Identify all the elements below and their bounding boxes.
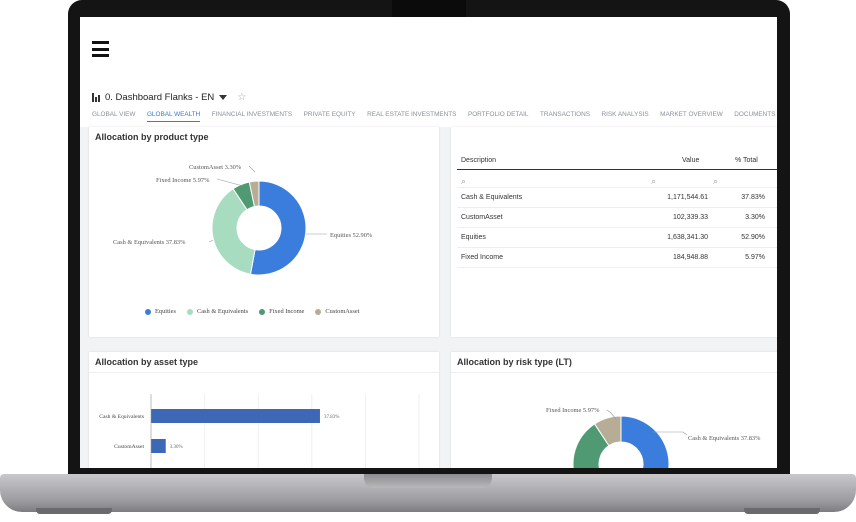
product-type-pie-chart: Equities 52.90% Cash & Equivalents 37.83%…: [113, 164, 373, 276]
risk-type-pie-chart: Cash & Equivalents 37.83% Fixed Income 5.…: [546, 407, 761, 468]
bar-chart-icon: [92, 92, 102, 102]
chevron-down-icon[interactable]: [219, 94, 228, 100]
hamburger-menu-icon[interactable]: [92, 41, 109, 57]
tab-market-overview[interactable]: MARKET OVERVIEW: [660, 111, 723, 122]
legend-label: Cash & Equivalents: [196, 308, 249, 315]
cell-description: Cash & Equivalents: [461, 194, 523, 201]
star-icon[interactable]: ☆: [237, 92, 246, 103]
cell-value: 102,339.33: [672, 214, 708, 221]
dashboard-selector[interactable]: 0. Dashboard Flanks - EN ☆: [92, 90, 246, 104]
cell-total: 37.83%: [741, 194, 765, 201]
legend-dot: [259, 308, 266, 315]
tab-private-equity[interactable]: PRIVATE EQUITY: [304, 111, 356, 122]
panel-risk-type: Allocation by risk type (LT) Cash & Equi…: [451, 352, 777, 468]
app-screen: 0. Dashboard Flanks - EN ☆ GLOBAL VIEW GL…: [80, 17, 777, 468]
pie-data-label: CustomAsset 3.30%: [189, 164, 242, 171]
column-header-total[interactable]: % Total: [735, 157, 758, 164]
search-icon[interactable]: ⌕: [651, 176, 656, 187]
pie-data-label: Fixed Income 5.97%: [156, 177, 210, 184]
cell-total: 5.97%: [745, 254, 765, 261]
tab-global-view[interactable]: GLOBAL VIEW: [92, 111, 135, 122]
pie-data-label: Cash & Equivalents 37.83%: [688, 435, 761, 442]
cell-total: 52.90%: [741, 234, 765, 241]
tab-portfolio-detail[interactable]: PORTFOLIO DETAIL: [468, 111, 529, 122]
chart-legend: Equities Cash & Equivalents Fixed Income…: [145, 308, 371, 315]
table-row[interactable]: CustomAsset 102,339.33 3.30%: [457, 208, 777, 228]
panel-asset-type: Allocation by asset type Cash & Equivale…: [89, 352, 439, 468]
tab-risk-analysis[interactable]: RISK ANALYSIS: [602, 111, 649, 122]
cell-value: 184,948.88: [672, 254, 708, 261]
label-leader-line: [248, 165, 256, 173]
bar-customasset[interactable]: [151, 439, 166, 453]
cell-description: Fixed Income: [461, 254, 504, 261]
table-header-row: Description Value % Total: [457, 153, 777, 170]
category-tick-label: Cash & Equivalents: [99, 414, 144, 420]
tab-transactions[interactable]: TRANSACTIONS: [540, 111, 590, 122]
laptop-foot-right: [744, 508, 820, 514]
table-row[interactable]: Cash & Equivalents 1,171,544.61 37.83%: [457, 188, 777, 208]
legend-item-equities[interactable]: Equities: [145, 308, 176, 315]
tab-documents[interactable]: DOCUMENTS: [734, 111, 775, 122]
cell-description: Equities: [461, 234, 486, 241]
category-tick-label: CustomAsset: [114, 444, 144, 450]
pie-data-label: Fixed Income 5.97%: [546, 407, 600, 414]
legend-label: Equities: [155, 308, 176, 315]
asset-type-bar-chart: Cash & Equivalents 37.83% CustomAsset 3.30%…: [99, 394, 420, 468]
label-leader-line: [216, 178, 244, 187]
legend-label: Fixed Income: [269, 308, 305, 315]
cell-value: 1,171,544.61: [667, 194, 708, 201]
laptop-foot-left: [36, 508, 112, 514]
table-row[interactable]: Equities 1,638,341.30 52.90%: [457, 228, 777, 248]
bar-data-label: 3.30%: [170, 445, 183, 450]
tab-financial-investments[interactable]: FINANCIAL INVESTMENTS: [212, 111, 292, 122]
bar-cash-equivalents[interactable]: [151, 409, 320, 423]
search-icon[interactable]: ⌕: [461, 176, 466, 187]
legend-item-fixed-income[interactable]: Fixed Income: [259, 308, 304, 315]
tab-real-estate-investments[interactable]: REAL ESTATE INVESTMENTS: [367, 111, 456, 122]
panel-allocation-table: Description Value % Total ⌕ ⌕ ⌕ Cash & E…: [451, 127, 777, 337]
legend-dot: [186, 308, 193, 315]
legend-item-cash[interactable]: Cash & Equivalents: [186, 308, 249, 315]
legend-label: CustomAsset: [325, 308, 360, 315]
column-header-description[interactable]: Description: [461, 157, 496, 164]
table-row[interactable]: Fixed Income 184,948.88 5.97%: [457, 248, 777, 268]
panel-product-type: Allocation by product type Equities 52.9…: [89, 127, 439, 337]
dashboard-title: 0. Dashboard Flanks - EN: [105, 91, 215, 103]
laptop-opening-groove: [364, 474, 492, 488]
tab-global-wealth[interactable]: GLOBAL WEALTH: [146, 111, 201, 122]
search-icon[interactable]: ⌕: [713, 176, 718, 187]
legend-dot: [145, 308, 151, 315]
tab-bar: GLOBAL VIEW GLOBAL WEALTH FINANCIAL INVEST…: [92, 111, 777, 122]
allocation-table: Description Value % Total ⌕ ⌕ ⌕ Cash & E…: [457, 153, 777, 268]
bar-data-label: 37.83%: [324, 415, 339, 420]
legend-item-customasset[interactable]: CustomAsset: [315, 308, 360, 315]
cell-description: CustomAsset: [461, 214, 503, 221]
table-filter-row: ⌕ ⌕ ⌕: [457, 170, 777, 188]
cell-value: 1,638,341.30: [667, 234, 708, 241]
pie-data-label: Equities 52.90%: [330, 232, 373, 239]
pie-data-label: Cash & Equivalents 37.83%: [113, 239, 186, 246]
cell-total: 3.30%: [745, 214, 765, 221]
column-header-value[interactable]: Value: [682, 157, 699, 164]
legend-dot: [315, 308, 322, 315]
app-header: 0. Dashboard Flanks - EN ☆ GLOBAL VIEW GL…: [80, 17, 777, 127]
table-body: Cash & Equivalents 1,171,544.61 37.83% Cust…: [457, 188, 777, 268]
label-leader-line: [208, 239, 214, 243]
